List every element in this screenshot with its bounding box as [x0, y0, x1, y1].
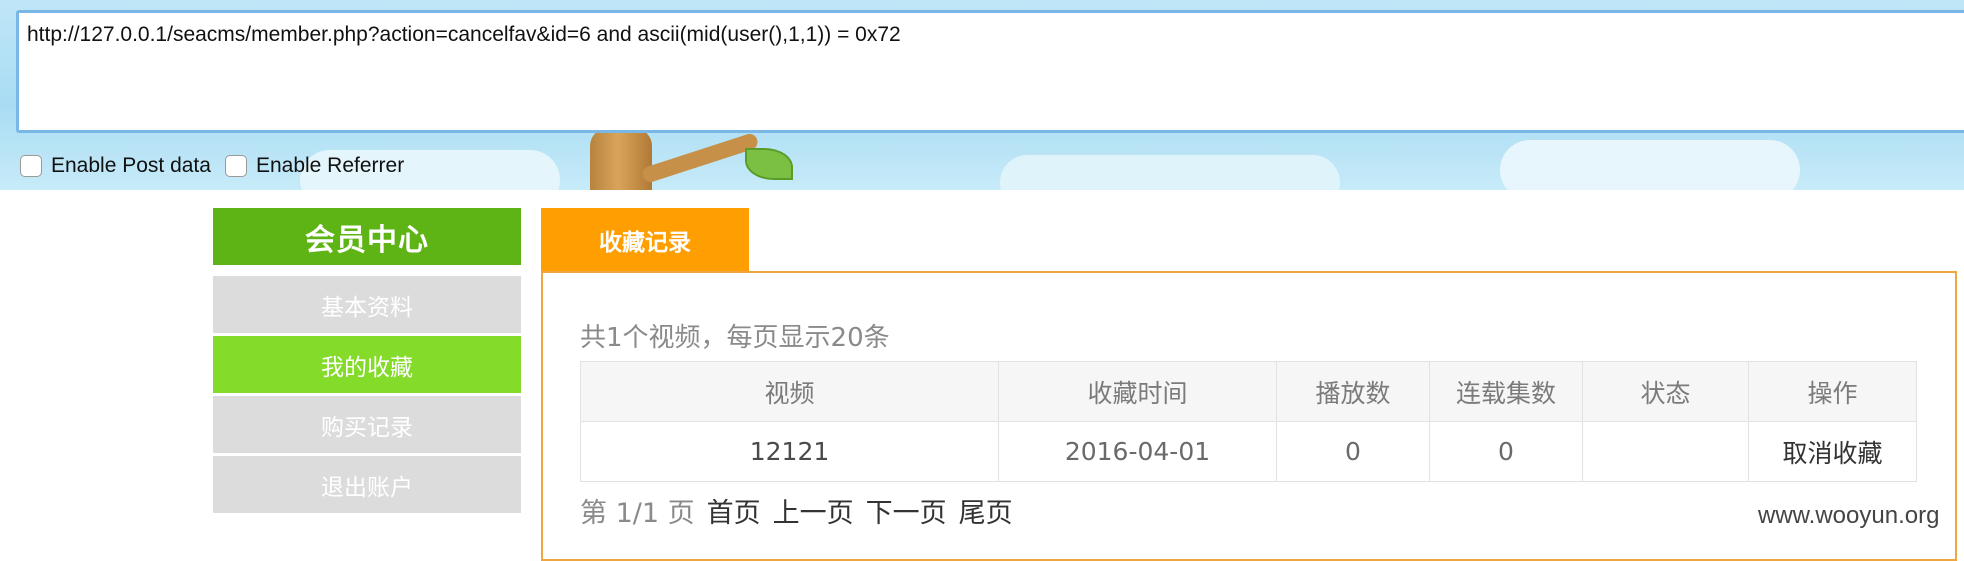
hackbar-options: Enable Post data Enable Referrer [20, 154, 418, 178]
next-page-link[interactable]: 下一页 [866, 491, 947, 530]
table-header-row: 视频 收藏时间 播放数 连载集数 状态 操作 [580, 361, 1917, 422]
cloud-decoration [1000, 155, 1340, 190]
enable-post-data-checkbox[interactable] [20, 155, 42, 177]
leaf-decoration [745, 148, 793, 180]
column-header-video: 视频 [580, 361, 999, 422]
first-page-link[interactable]: 首页 [707, 491, 761, 530]
favorites-summary: 共1个视频，每页显示20条 [580, 323, 890, 353]
column-header-plays: 播放数 [1276, 361, 1430, 422]
cell-video-name[interactable]: 12121 [580, 421, 999, 482]
favorites-table: 视频 收藏时间 播放数 连载集数 状态 操作 12121 2016-04-01 … [580, 361, 1917, 482]
column-header-fav-time: 收藏时间 [998, 361, 1277, 422]
enable-post-data-option[interactable]: Enable Post data [20, 154, 211, 178]
sidebar-item-purchase-history[interactable]: 购买记录 [213, 396, 521, 453]
column-header-episodes: 连载集数 [1429, 361, 1583, 422]
column-header-status: 状态 [1582, 361, 1749, 422]
prev-page-link[interactable]: 上一页 [773, 491, 854, 530]
cancel-favorite-link[interactable]: 取消收藏 [1748, 421, 1917, 482]
last-page-link[interactable]: 尾页 [959, 491, 1013, 530]
cell-fav-time: 2016-04-01 [998, 421, 1277, 482]
sidebar-item-logout[interactable]: 退出账户 [213, 456, 521, 513]
url-textarea[interactable]: http://127.0.0.1/seacms/member.php?actio… [16, 10, 1964, 133]
column-header-action: 操作 [1748, 361, 1917, 422]
enable-referrer-option[interactable]: Enable Referrer [224, 154, 405, 178]
page-indicator: 第 1/1 页 [580, 498, 695, 529]
enable-referrer-checkbox[interactable] [224, 155, 247, 177]
tree-trunk-decoration [590, 128, 652, 190]
watermark: www.wooyun.org [1758, 502, 1940, 529]
table-row: 12121 2016-04-01 0 0 取消收藏 [580, 421, 1917, 482]
cell-status [1582, 421, 1749, 482]
enable-post-data-label: Enable Post data [51, 154, 211, 177]
member-center-title: 会员中心 [213, 208, 521, 265]
sidebar-item-favorites[interactable]: 我的收藏 [213, 336, 521, 393]
sidebar-item-profile[interactable]: 基本资料 [213, 276, 521, 333]
enable-referrer-label: Enable Referrer [255, 154, 405, 177]
cell-plays: 0 [1276, 421, 1430, 482]
cloud-decoration [1500, 140, 1800, 190]
tree-branch-decoration [640, 131, 760, 185]
tab-favorites-record[interactable]: 收藏记录 [541, 208, 749, 272]
pagination: 第 1/1 页 首页 上一页 下一页 尾页 [580, 491, 1013, 530]
cell-episodes: 0 [1429, 421, 1583, 482]
